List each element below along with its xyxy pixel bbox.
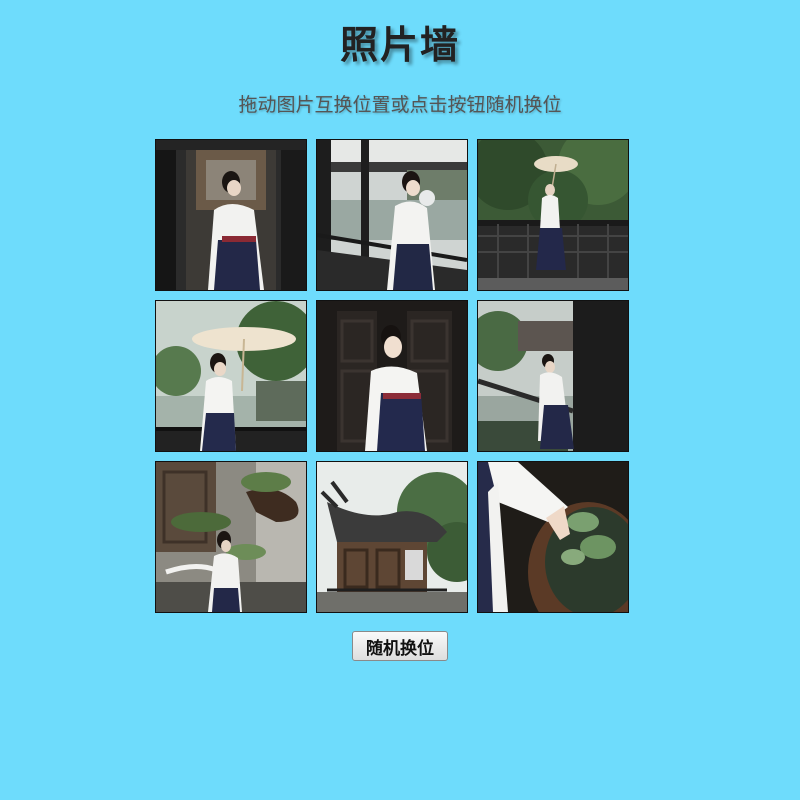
photo-woman-wooden-door-icon: [317, 301, 467, 451]
photo-tile[interactable]: [155, 139, 307, 291]
photo-tile[interactable]: [477, 300, 629, 452]
shuffle-button[interactable]: 随机换位: [352, 631, 448, 661]
photo-tile[interactable]: [477, 461, 629, 613]
photo-wall: [155, 139, 629, 613]
photo-pavilion-roof-icon: [317, 462, 467, 612]
photo-woman-umbrella-terrace-icon: [478, 140, 628, 290]
page-title: 照片墙: [339, 23, 460, 67]
photo-tile[interactable]: [477, 139, 629, 291]
photo-tile[interactable]: [155, 300, 307, 452]
photo-tile[interactable]: [316, 300, 468, 452]
photo-woman-bonsai-tree-icon: [156, 462, 306, 612]
photo-woman-corridor-icon: [156, 140, 306, 290]
photo-woman-looking-up-corridor-icon: [478, 301, 628, 451]
photo-woman-umbrella-pond-icon: [156, 301, 306, 451]
photo-tile[interactable]: [316, 461, 468, 613]
photo-tile[interactable]: [316, 139, 468, 291]
photo-woman-railing-fan-icon: [317, 140, 467, 290]
page-subtitle: 拖动图片互换位置或点击按钮随机换位: [238, 94, 562, 116]
photo-tile[interactable]: [155, 461, 307, 613]
photo-hand-lotus-bowl-icon: [478, 462, 628, 612]
